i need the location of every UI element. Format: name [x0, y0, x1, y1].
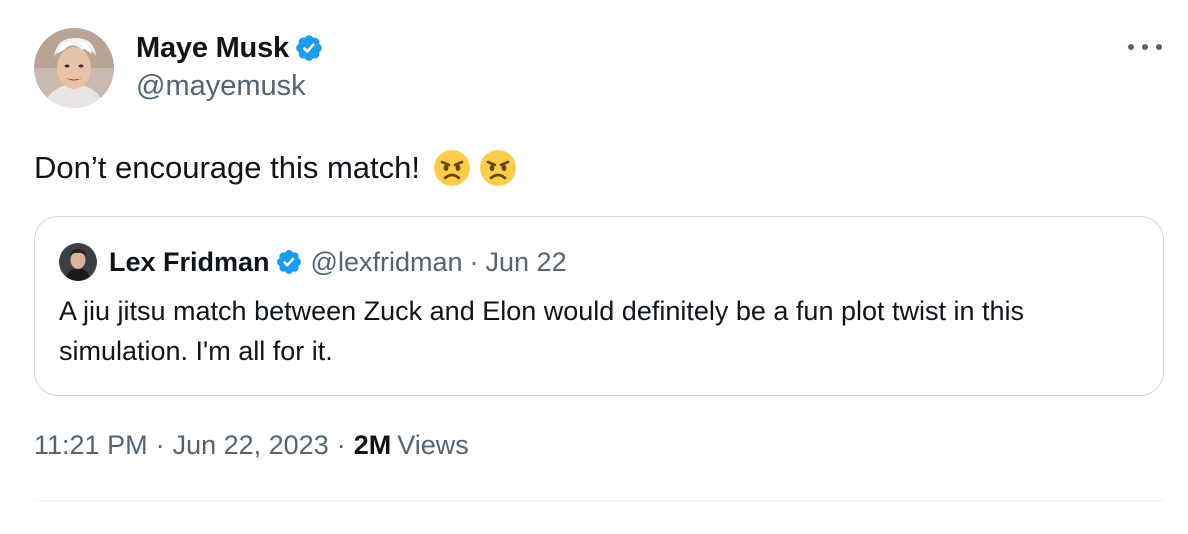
quoted-author-avatar[interactable] [59, 243, 97, 281]
verified-badge-icon[interactable] [294, 33, 324, 63]
quoted-tweet[interactable]: Lex Fridman @lexfridman · Jun 22 A jiu j… [34, 216, 1164, 396]
quoted-tweet-header: Lex Fridman @lexfridman · Jun 22 [59, 243, 567, 281]
tweet-date[interactable]: Jun 22, 2023 [173, 430, 329, 461]
quoted-tweet-text: A jiu jitsu match between Zuck and Elon … [59, 296, 1025, 366]
divider [34, 500, 1164, 501]
angry-face-emoji-icon [434, 150, 470, 186]
dot-separator: · [155, 430, 165, 460]
author-block: Maye Musk @mayemusk [136, 28, 324, 103]
angry-face-emoji-icon [480, 150, 516, 186]
author-name[interactable]: Maye Musk [136, 32, 289, 65]
tweet-metadata: 11:21 PM · Jun 22, 2023 · 2M Views [34, 430, 469, 461]
more-options-button[interactable] [1128, 34, 1162, 60]
views-count[interactable]: 2M [354, 430, 392, 461]
author-avatar[interactable] [34, 28, 114, 108]
verified-badge-icon[interactable] [275, 248, 303, 276]
portrait-avatar-icon [34, 28, 114, 108]
portrait-avatar-icon [59, 243, 97, 281]
quoted-author-name[interactable]: Lex Fridman [109, 247, 270, 278]
tweet-body: Don’t encourage this match! [34, 146, 518, 190]
tweet-text: Don’t encourage this match! [34, 150, 420, 185]
tweet-time[interactable]: 11:21 PM [34, 430, 148, 461]
views-label: Views [397, 430, 469, 460]
quoted-author-handle[interactable]: @lexfridman [311, 247, 463, 278]
author-name-row: Maye Musk [136, 28, 324, 68]
tweet: Maye Musk @mayemusk Don’t encourage this… [0, 0, 1188, 534]
author-handle[interactable]: @mayemusk [136, 70, 324, 103]
quoted-tweet-date[interactable]: Jun 22 [486, 247, 567, 278]
more-horizontal-icon [1128, 44, 1134, 50]
dot-separator: · [336, 430, 346, 460]
dot-separator: · [469, 246, 479, 277]
